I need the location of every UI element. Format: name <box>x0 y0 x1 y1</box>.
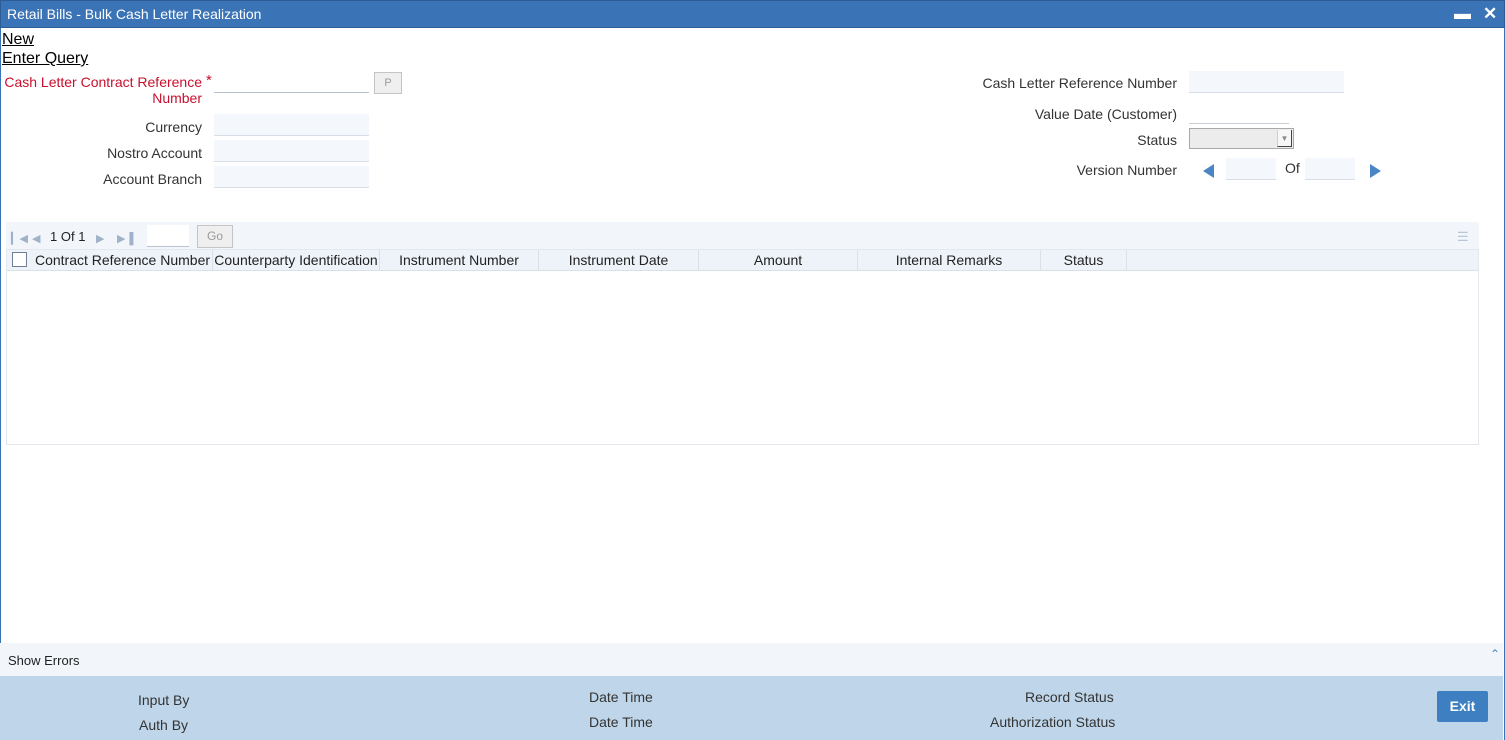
nostro-label: Nostro Account <box>107 145 202 161</box>
page-jump-input[interactable] <box>147 225 189 247</box>
exit-button[interactable]: Exit <box>1437 691 1488 722</box>
title-bar: Retail Bills - Bulk Cash Letter Realizat… <box>0 0 1505 28</box>
currency-field[interactable] <box>214 114 369 136</box>
status-select[interactable]: ▼ <box>1189 128 1294 149</box>
pick-button[interactable]: P <box>374 72 402 94</box>
last-page-icon[interactable]: ▶▐ <box>117 232 133 245</box>
version-label: Version Number <box>1076 162 1177 178</box>
currency-label: Currency <box>145 119 202 135</box>
select-all-checkbox[interactable] <box>12 252 27 267</box>
page-indicator: 1 Of 1 <box>50 229 85 244</box>
version-of-label: Of <box>1285 160 1300 176</box>
close-icon[interactable]: ✕ <box>1483 4 1497 24</box>
branch-field[interactable] <box>214 166 369 188</box>
next-version-icon[interactable] <box>1370 164 1381 178</box>
col-instrument-date[interactable]: Instrument Date <box>539 250 699 270</box>
grid-header: Contract Reference Number Counterparty I… <box>7 250 1478 271</box>
grid-settings-icon[interactable]: ☰ <box>1457 229 1469 245</box>
col-instrument-number[interactable]: Instrument Number <box>380 250 539 270</box>
page-current: 1 <box>50 229 58 244</box>
authorization-status-label: Authorization Status <box>990 714 1116 730</box>
value-date-label: Value Date (Customer) <box>1034 106 1177 122</box>
version-total-field[interactable] <box>1305 158 1355 180</box>
record-status-label: Record Status <box>1025 689 1114 705</box>
contract-ref-label-line1: Cash Letter Contract Reference <box>4 74 202 90</box>
auth-by-label: Auth By <box>139 717 189 733</box>
go-button[interactable]: Go <box>197 225 233 248</box>
col-amount[interactable]: Amount <box>699 250 858 270</box>
col-internal-remarks[interactable]: Internal Remarks <box>858 250 1041 270</box>
required-marker: * <box>206 72 212 89</box>
contract-ref-label-line2: Number <box>152 90 202 106</box>
instrument-grid: Contract Reference Number Counterparty I… <box>6 249 1479 445</box>
previous-version-icon[interactable] <box>1203 164 1214 178</box>
cash-letter-ref-field[interactable] <box>1189 71 1344 93</box>
col-status[interactable]: Status <box>1041 250 1127 270</box>
show-errors-link[interactable]: Show Errors <box>8 653 80 668</box>
minimize-icon[interactable]: ▬ <box>1454 4 1471 24</box>
value-date-field[interactable] <box>1189 102 1289 124</box>
chevron-down-icon: ▼ <box>1277 130 1292 147</box>
next-page-icon[interactable]: ▶ <box>96 232 104 245</box>
date-time-label-2: Date Time <box>589 714 653 730</box>
status-label: Status <box>1137 132 1177 148</box>
contract-ref-label: Cash Letter Contract Reference Number <box>2 74 202 106</box>
page-of: Of <box>60 229 75 244</box>
input-by-label: Input By <box>138 692 190 708</box>
show-errors-bar: Show Errors ⌃ <box>0 643 1503 676</box>
new-link[interactable]: New <box>2 31 34 49</box>
branch-label: Account Branch <box>103 171 202 187</box>
nostro-field[interactable] <box>214 140 369 162</box>
chevron-up-icon[interactable]: ⌃ <box>1490 647 1500 661</box>
date-time-label-1: Date Time <box>589 689 653 705</box>
col-contract-ref[interactable]: Contract Reference Number <box>33 250 213 270</box>
previous-page-icon[interactable]: ◀ <box>32 232 40 245</box>
contract-ref-input[interactable] <box>214 71 369 93</box>
window-title: Retail Bills - Bulk Cash Letter Realizat… <box>7 6 262 22</box>
enter-query-link[interactable]: Enter Query <box>2 50 88 68</box>
page-total: 1 <box>78 229 86 244</box>
first-page-icon[interactable]: ▎◀ <box>11 232 28 245</box>
cash-letter-ref-label: Cash Letter Reference Number <box>982 75 1177 91</box>
audit-footer <box>0 676 1503 740</box>
version-current-field[interactable] <box>1226 158 1276 180</box>
col-counterparty[interactable]: Counterparty Identification <box>213 250 380 270</box>
